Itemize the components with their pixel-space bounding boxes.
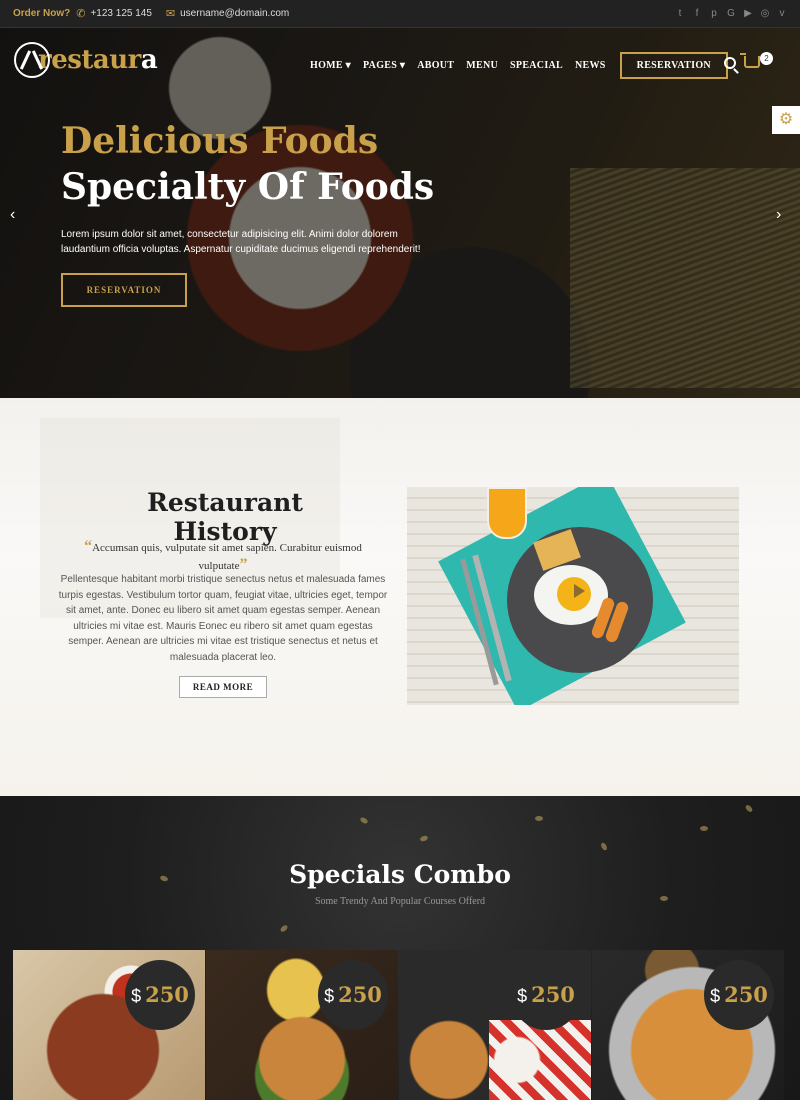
phone-icon: ✆: [76, 8, 86, 20]
logo-text: restaura: [38, 45, 158, 75]
hero-slider: restaura HOME ▾ PAGES ▾ ABOUT MENU SPEAC…: [0, 28, 800, 398]
cart-icon[interactable]: [740, 53, 760, 68]
twitter-icon[interactable]: t: [675, 8, 685, 19]
youtube-icon[interactable]: ▶: [743, 8, 753, 19]
combo-card[interactable]: $250: [592, 950, 784, 1100]
gear-icon[interactable]: ⚙: [772, 106, 800, 134]
order-now-label: Order Now?: [13, 8, 71, 19]
slider-next-icon[interactable]: ›: [776, 206, 781, 224]
specials-title: Specials Combo: [289, 860, 511, 889]
nav-special[interactable]: SPEACIAL: [510, 60, 563, 71]
read-more-button[interactable]: READ MORE: [179, 676, 267, 698]
price-badge: $250: [318, 960, 388, 1030]
nav-news[interactable]: NEWS: [575, 60, 606, 71]
breakfast-video-thumbnail[interactable]: [407, 487, 739, 705]
search-icon[interactable]: [724, 57, 736, 69]
phone-number[interactable]: +123 125 145: [90, 8, 151, 19]
nav-menu[interactable]: MENU: [466, 60, 498, 71]
pinterest-icon[interactable]: p: [709, 8, 719, 19]
nav-about[interactable]: ABOUT: [417, 60, 454, 71]
specials-subtitle: Some Trendy And Popular Courses Offerd: [314, 896, 486, 907]
price-badge: $250: [511, 960, 581, 1030]
hero-text: Lorem ipsum dolor sit amet, consectetur …: [61, 229, 421, 255]
nav-pages[interactable]: PAGES ▾: [363, 60, 405, 71]
social-links: t f p G ▶ ◎ v: [675, 8, 787, 19]
history-body: Pellentesque habitant morbi tristique se…: [58, 574, 388, 663]
hero-reservation-button[interactable]: RESERVATION: [61, 273, 187, 307]
top-bar: Order Now? ✆ +123 125 145 ✉ username@dom…: [0, 0, 800, 28]
instagram-icon[interactable]: ◎: [760, 8, 770, 19]
main-nav: HOME ▾ PAGES ▾ ABOUT MENU SPEACIAL NEWS …: [310, 52, 728, 79]
google-icon[interactable]: G: [726, 8, 736, 19]
quote-close-icon: ”: [239, 556, 248, 573]
combo-card[interactable]: $250: [206, 950, 398, 1100]
cart-count-badge: 2: [760, 52, 773, 65]
price-badge: $250: [704, 960, 774, 1030]
email-address[interactable]: username@domain.com: [180, 8, 289, 19]
specials-section: Specials Combo Some Trendy And Popular C…: [0, 796, 800, 1100]
nav-home[interactable]: HOME ▾: [310, 60, 351, 71]
mail-icon: ✉: [165, 8, 176, 20]
combo-card[interactable]: $250: [399, 950, 591, 1100]
history-section: Restaurant History “Accumsan quis, vulpu…: [0, 398, 800, 796]
quote-open-icon: “: [84, 538, 93, 555]
site-logo[interactable]: restaura: [14, 42, 158, 78]
combo-card[interactable]: $250: [13, 950, 205, 1100]
play-icon[interactable]: [574, 584, 585, 598]
price-badge: $250: [125, 960, 195, 1030]
history-quote: “Accumsan quis, vulputate sit amet sapie…: [84, 538, 362, 573]
nav-reservation-button[interactable]: RESERVATION: [619, 52, 728, 79]
vimeo-icon[interactable]: v: [777, 8, 787, 19]
cutlery-emblem-icon: [14, 42, 50, 78]
slider-prev-icon[interactable]: ‹: [10, 206, 15, 224]
facebook-icon[interactable]: f: [692, 8, 702, 19]
